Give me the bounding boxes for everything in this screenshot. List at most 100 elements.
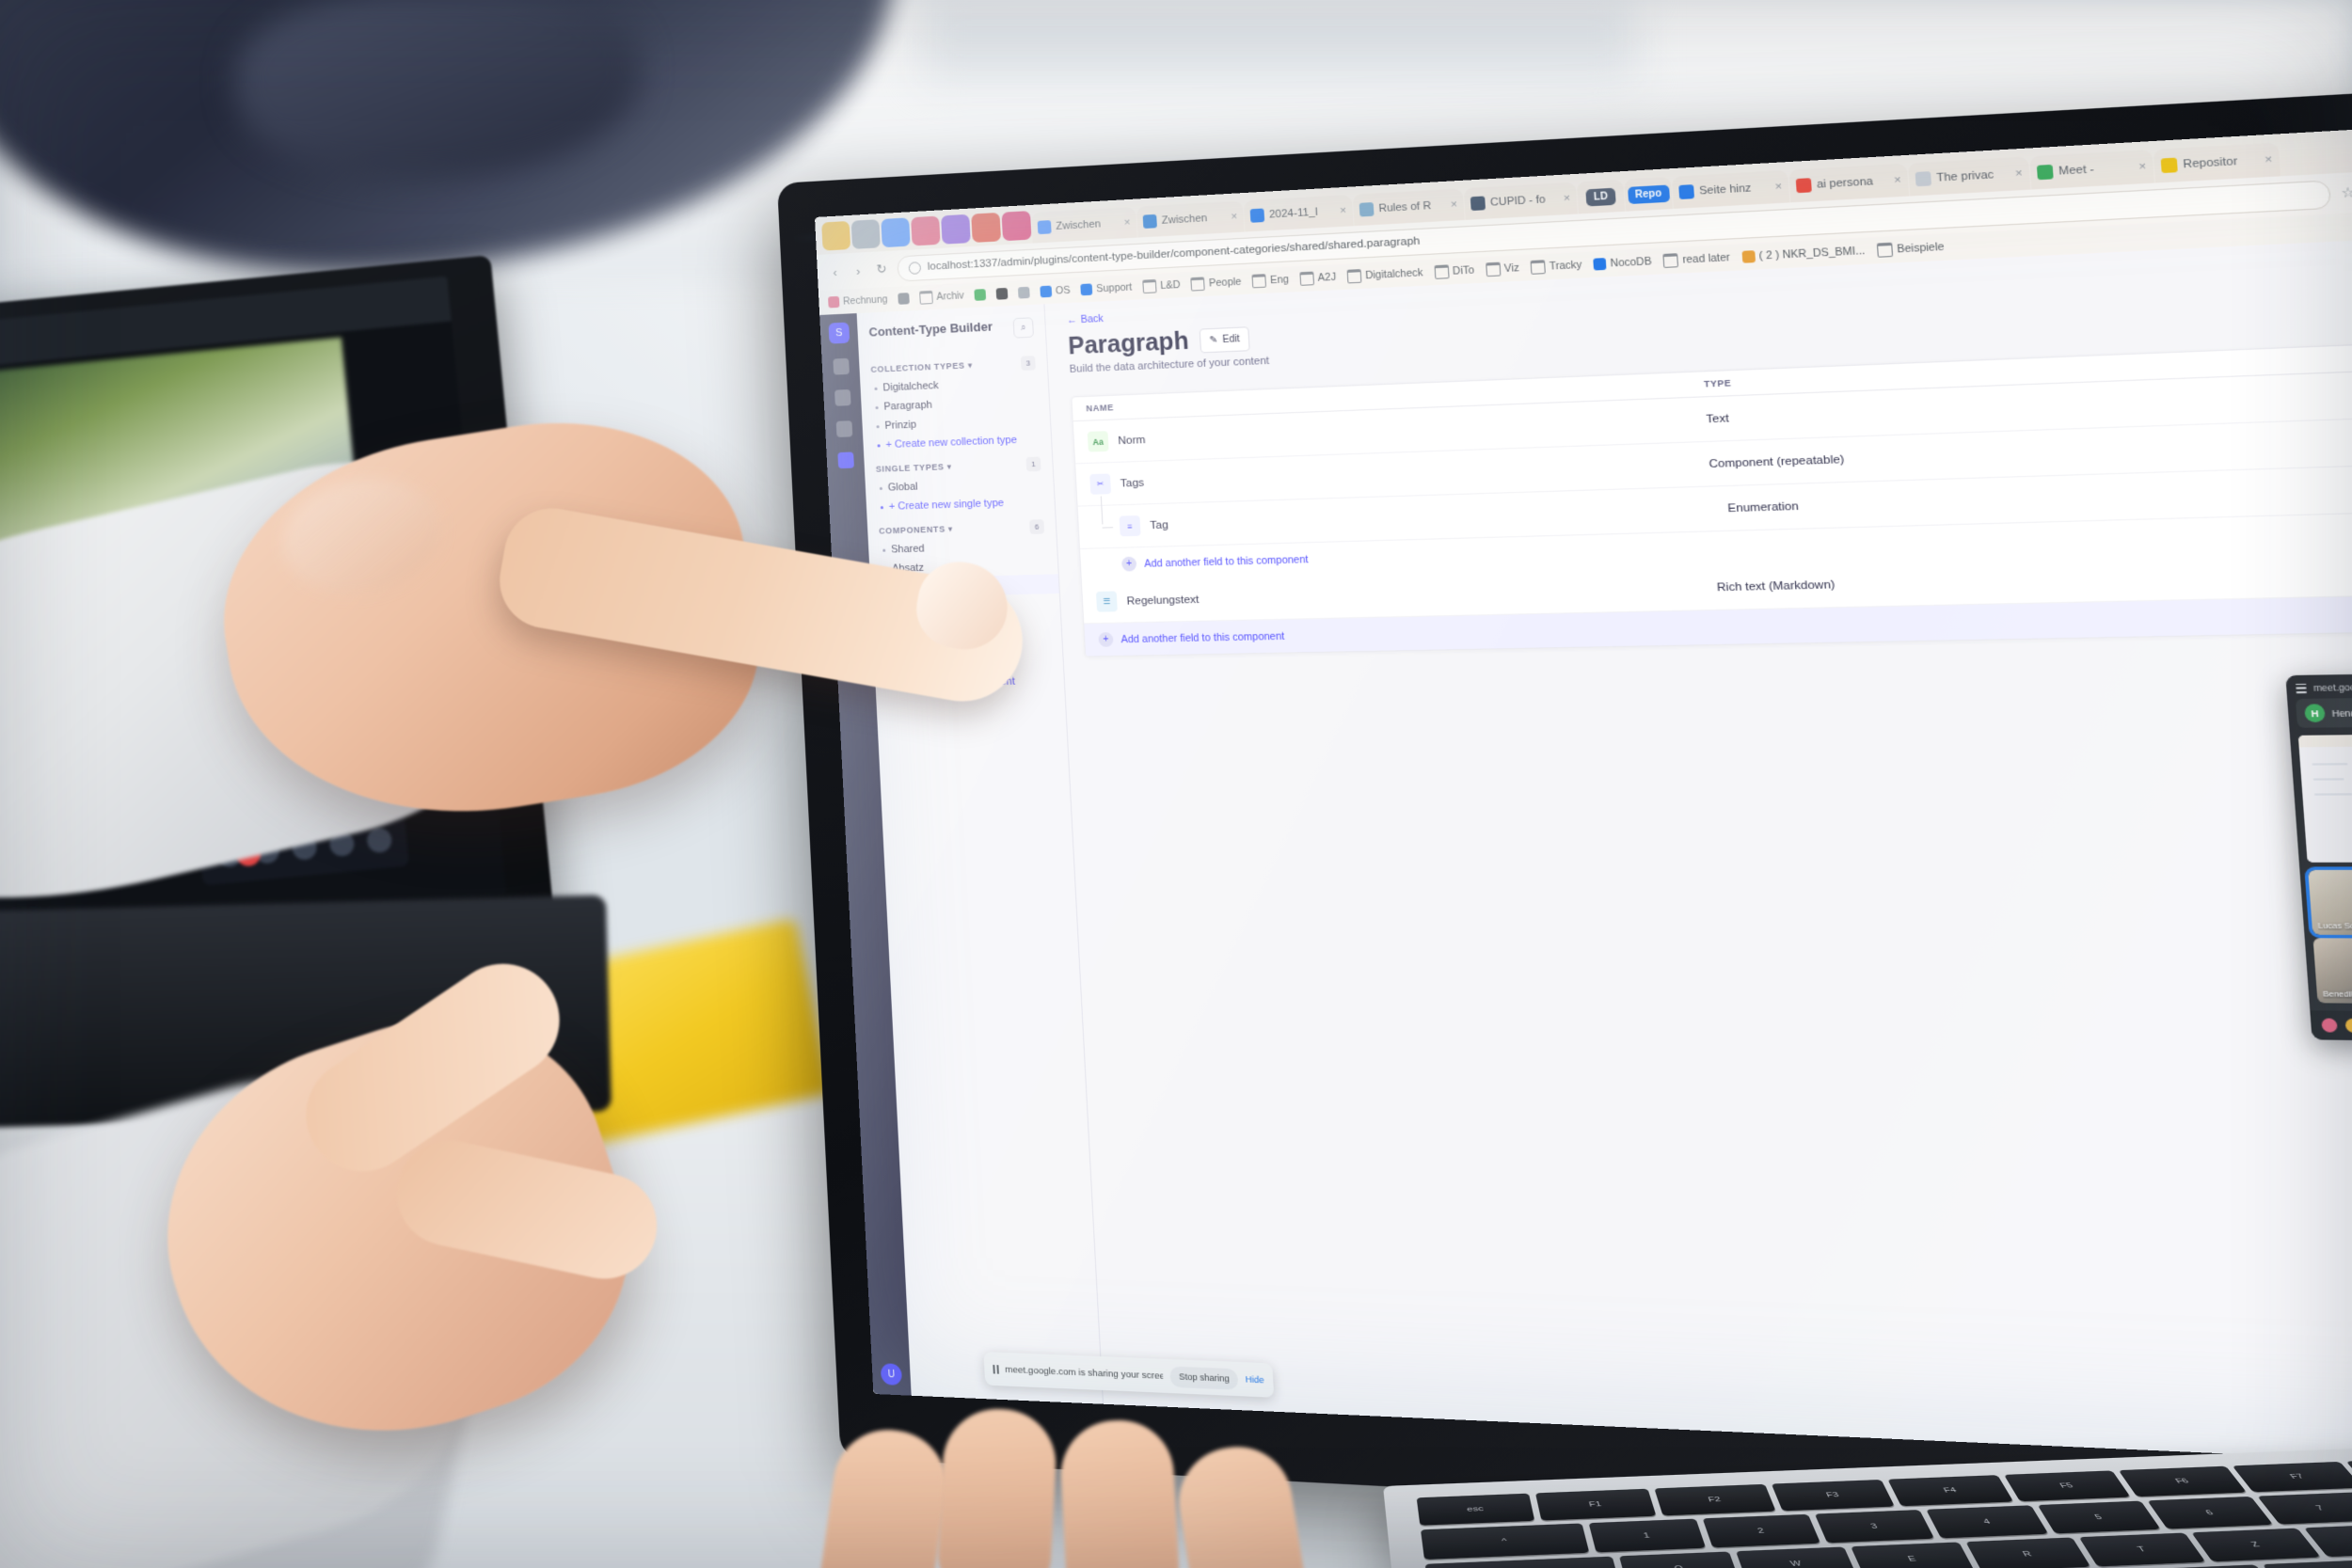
pinned-tab-6[interactable]: [971, 212, 1002, 243]
tab-close-icon[interactable]: ×: [2138, 161, 2147, 174]
reload-icon[interactable]: ↻: [874, 261, 890, 277]
rail-icon-content-type-builder[interactable]: [836, 451, 854, 469]
back-navigation-icon[interactable]: ‹: [827, 264, 843, 280]
key-f4[interactable]: F4: [1887, 1475, 2014, 1507]
key-5[interactable]: 5: [2037, 1500, 2161, 1534]
reaction-thumbsup-icon[interactable]: [2344, 1018, 2352, 1033]
key-f1[interactable]: F1: [1535, 1488, 1657, 1521]
pinned-tab-4[interactable]: [911, 215, 941, 246]
bookmark-10[interactable]: People: [1190, 275, 1242, 292]
tab-close-icon[interactable]: ×: [1894, 174, 1901, 187]
tab-title: The privac: [1936, 168, 1994, 184]
key-e[interactable]: E: [1851, 1542, 1975, 1568]
key-f2[interactable]: F2: [1654, 1483, 1776, 1516]
pinned-label-tab-1[interactable]: LD: [1576, 179, 1626, 214]
participant-name: Lucas Solcher: [2317, 920, 2352, 931]
forward-navigation-icon[interactable]: ›: [850, 262, 866, 278]
bookmark-18[interactable]: read later: [1662, 250, 1731, 268]
sidebar-group-count: 3: [1020, 356, 1036, 372]
key-^[interactable]: ^: [1421, 1523, 1590, 1560]
search-icon[interactable]: ⌕: [1012, 317, 1035, 339]
bookmark-icon: [1080, 283, 1093, 296]
key-f3[interactable]: F3: [1771, 1479, 1896, 1512]
key-h[interactable]: H: [2263, 1560, 2352, 1568]
sidebar-group-label: COMPONENTS ▾: [878, 524, 954, 536]
rail-icon-plugins[interactable]: [834, 388, 851, 406]
key-6[interactable]: 6: [2147, 1497, 2273, 1529]
key-2[interactable]: 2: [1702, 1514, 1820, 1548]
reaction-heart-icon[interactable]: [2321, 1018, 2338, 1033]
pinned-label-tab-2[interactable]: Repo: [1624, 176, 1673, 212]
tab-close-icon[interactable]: ×: [1564, 192, 1571, 204]
rail-user-avatar[interactable]: U: [880, 1363, 903, 1386]
key-1[interactable]: 1: [1588, 1518, 1706, 1553]
field-name-label: Tag: [1150, 518, 1169, 531]
bookmark-star-icon[interactable]: ☆: [2341, 184, 2352, 202]
key-g[interactable]: G: [2147, 1564, 2280, 1568]
site-info-icon[interactable]: [908, 261, 922, 275]
rail-icon-content-manager[interactable]: [832, 357, 850, 375]
tab-close-icon[interactable]: ×: [1231, 211, 1237, 223]
key-esc[interactable]: esc: [1416, 1493, 1535, 1526]
pinned-tab-3[interactable]: [881, 217, 911, 248]
meet-participant-tile-3[interactable]: Benedikt Liebig: [2312, 938, 2352, 1005]
bookmark-13[interactable]: Digitalcheck: [1346, 266, 1423, 284]
key-f6[interactable]: F6: [2118, 1465, 2248, 1497]
pinned-tab-2[interactable]: [850, 219, 881, 249]
bookmark-8[interactable]: Support: [1080, 281, 1133, 296]
bookmark-4[interactable]: [974, 289, 987, 301]
bookmark-2[interactable]: [898, 293, 910, 305]
sidebar-item-create-new-component[interactable]: + Create new component: [875, 671, 1064, 693]
bookmark-9[interactable]: L&D: [1142, 278, 1181, 294]
bookmark-label: Tracky: [1549, 259, 1582, 273]
key-z[interactable]: Z: [2191, 1528, 2321, 1562]
strapi-logo[interactable]: S: [828, 322, 850, 344]
pinned-tab-1[interactable]: [821, 220, 851, 251]
hide-infobar-button[interactable]: Hide: [1245, 1374, 1263, 1386]
bookmark-20[interactable]: Beispiele: [1876, 240, 1945, 258]
meet-self-row[interactable]: H Hendrik Schmidt (You, presenting, a…: [2295, 695, 2352, 728]
tab-close-icon[interactable]: ×: [2015, 167, 2024, 181]
bookmark-16[interactable]: Tracky: [1530, 258, 1582, 275]
meet-participant-tile-1[interactable]: •••Lucas Solcher: [2304, 866, 2352, 939]
bookmark-1[interactable]: Rechnung: [828, 293, 888, 309]
pinned-label: LD: [1585, 187, 1616, 206]
bookmark-6[interactable]: [1017, 286, 1030, 299]
key-t[interactable]: T: [2078, 1532, 2206, 1567]
folder-icon: [1876, 242, 1894, 258]
bookmark-19[interactable]: ( 2 ) NKR_DS_BMI...: [1741, 245, 1866, 263]
bookmark-5[interactable]: [995, 287, 1009, 300]
field-name-cell: ≡ Tag: [1119, 498, 1729, 537]
meet-drag-handle-icon[interactable]: [2295, 683, 2307, 693]
key-r[interactable]: R: [1964, 1537, 2091, 1568]
pinned-tab-7[interactable]: [1001, 211, 1032, 242]
bookmark-14[interactable]: DiTo: [1434, 263, 1474, 279]
edit-button[interactable]: ✎ Edit: [1199, 326, 1251, 354]
meet-reaction-bar[interactable]: [2310, 1010, 2352, 1043]
pinned-label: Repo: [1627, 183, 1670, 204]
bookmark-15[interactable]: Viz: [1485, 261, 1520, 277]
key-4[interactable]: 4: [1926, 1505, 2048, 1539]
bookmark-17[interactable]: NocoDB: [1593, 256, 1652, 271]
field-name-label: Norm: [1117, 434, 1146, 447]
stop-sharing-button[interactable]: Stop sharing: [1168, 1365, 1239, 1390]
bookmark-3[interactable]: Archiv: [919, 289, 964, 305]
rail-icon-media-library[interactable]: [835, 420, 852, 437]
key-7[interactable]: 7: [2256, 1492, 2352, 1525]
key-3[interactable]: 3: [1814, 1510, 1935, 1544]
secondary-screen-video-tile: [174, 565, 403, 811]
tab-close-icon[interactable]: ×: [1124, 216, 1131, 229]
bookmark-11[interactable]: Eng: [1251, 273, 1290, 289]
key-w[interactable]: W: [1735, 1546, 1858, 1568]
tab-close-icon[interactable]: ×: [2265, 153, 2273, 166]
tab-title: ai persona: [1816, 175, 1874, 191]
tab-close-icon[interactable]: ×: [1774, 181, 1782, 193]
key-q[interactable]: Q: [1619, 1551, 1740, 1568]
pinned-tab-5[interactable]: [941, 214, 971, 245]
bookmark-12[interactable]: A2J: [1299, 270, 1337, 286]
tab-close-icon[interactable]: ×: [1340, 205, 1347, 217]
key-f5[interactable]: F5: [2003, 1470, 2131, 1502]
tab-close-icon[interactable]: ×: [1451, 198, 1458, 211]
bookmark-7[interactable]: OS: [1040, 285, 1071, 298]
key-f7[interactable]: F7: [2233, 1461, 2352, 1493]
